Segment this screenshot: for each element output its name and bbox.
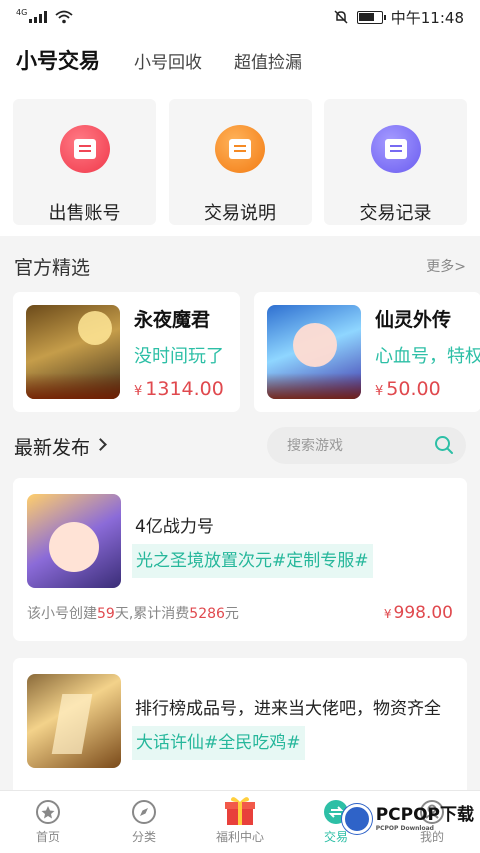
- game-thumbnail: [27, 674, 121, 768]
- game-thumbnail: [27, 494, 121, 588]
- trade-icon: [324, 800, 348, 824]
- featured-title: 官方精选: [14, 256, 91, 279]
- battery-icon: [356, 10, 386, 24]
- chevron-right-icon: [94, 437, 107, 451]
- featured-more-link[interactable]: 更多>: [426, 256, 466, 276]
- listing-tags: 大话许仙#全民吃鸡#: [132, 726, 305, 760]
- bottom-tab-bar: 首页 分类 福利中心 交易 我的: [0, 790, 480, 853]
- signal-icon: [29, 11, 48, 23]
- home-icon: [36, 800, 60, 824]
- status-bar: 4G 中午11:48: [0, 0, 480, 34]
- tab-mine-label: 我的: [419, 830, 444, 844]
- tab-mine[interactable]: 我的: [384, 791, 480, 853]
- sell-account-icon: [59, 125, 110, 173]
- featured-game-name: 永夜魔君: [134, 308, 211, 331]
- sell-account-label: 出售账号: [48, 203, 121, 224]
- listing-title: 4亿战力号: [135, 517, 214, 537]
- featured-card[interactable]: 永夜魔君 没时间玩了 ¥1314.00: [13, 292, 240, 412]
- listing-title: 排行榜成品号，进来当大佬吧，物资齐全: [135, 699, 441, 719]
- user-icon: [420, 800, 444, 824]
- tab-welfare-label: 福利中心: [215, 830, 264, 844]
- featured-game-name: 仙灵外传: [375, 308, 452, 331]
- trade-info-button[interactable]: 交易说明: [168, 99, 312, 225]
- trade-record-button[interactable]: 交易记录: [324, 99, 467, 225]
- listing-tags: 光之圣境放置次元#定制专服#: [132, 544, 373, 578]
- tab-category[interactable]: 分类: [96, 791, 192, 853]
- compass-icon: [132, 800, 156, 824]
- latest-title: 最新发布: [14, 436, 91, 459]
- tab-home[interactable]: 首页: [0, 791, 96, 853]
- search-bar[interactable]: [267, 427, 466, 464]
- network-type: 4G: [16, 7, 28, 17]
- tab-category-label: 分类: [131, 830, 156, 844]
- tab-welfare[interactable]: 福利中心: [192, 791, 288, 853]
- featured-game-desc: 没时间玩了: [134, 345, 224, 367]
- sell-account-button[interactable]: 出售账号: [13, 99, 156, 225]
- top-nav: 小号交易 小号回收 超值捡漏: [0, 34, 480, 86]
- featured-list: 永夜魔君 没时间玩了 ¥1314.00 仙灵外传 心血号，特权 ¥50.00: [13, 292, 480, 412]
- listing-meta: 该小号创建59天,累计消费5286元: [27, 606, 239, 622]
- tab-bargain[interactable]: 超值捡漏: [234, 48, 302, 73]
- tab-home-label: 首页: [35, 830, 60, 844]
- quick-actions: 出售账号 交易说明 交易记录: [0, 86, 480, 236]
- mute-bell-icon: [334, 10, 348, 24]
- tab-trade[interactable]: 交易: [288, 791, 384, 853]
- listing-card[interactable]: 排行榜成品号，进来当大佬吧，物资齐全 大话许仙#全民吃鸡#: [13, 658, 467, 798]
- listing-card[interactable]: 4亿战力号 光之圣境放置次元#定制专服# 该小号创建59天,累计消费5286元 …: [13, 478, 467, 641]
- gift-icon: [225, 797, 255, 825]
- trade-info-label: 交易说明: [204, 203, 276, 224]
- trade-record-icon: [370, 125, 421, 173]
- featured-price: ¥50.00: [375, 377, 441, 400]
- status-right: 中午11:48: [333, 7, 464, 28]
- status-left: 4G: [16, 7, 73, 24]
- search-input[interactable]: [287, 437, 417, 454]
- trade-record-label: 交易记录: [359, 203, 432, 224]
- trade-info-icon: [215, 125, 265, 173]
- listing-price: ¥998.00: [383, 603, 453, 623]
- clock: 中午11:48: [390, 8, 464, 27]
- featured-price: ¥1314.00: [134, 377, 224, 400]
- featured-game-desc: 心血号，特权: [375, 345, 480, 367]
- search-icon[interactable]: [434, 435, 454, 455]
- wifi-icon: [55, 10, 73, 24]
- tab-account-trade[interactable]: 小号交易: [16, 45, 100, 75]
- tab-account-recycle[interactable]: 小号回收: [134, 48, 202, 73]
- featured-card[interactable]: 仙灵外传 心血号，特权 ¥50.00: [254, 292, 480, 412]
- tab-trade-label: 交易: [323, 830, 348, 844]
- game-thumbnail: [267, 305, 361, 399]
- game-thumbnail: [26, 305, 120, 399]
- featured-header: 官方精选 更多>: [0, 244, 480, 288]
